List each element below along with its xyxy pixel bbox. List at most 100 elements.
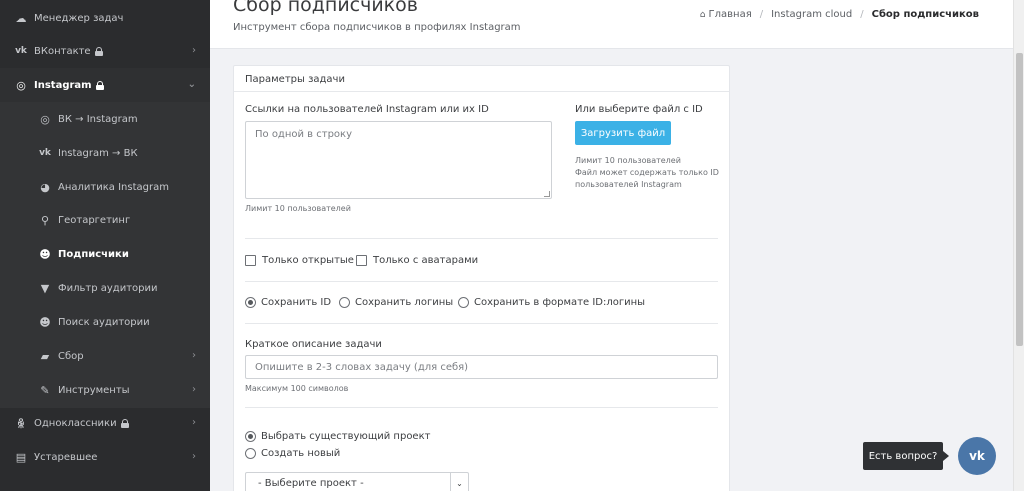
breadcrumb-current: Сбор подписчиков — [871, 9, 979, 20]
sidebar-item-label: Устаревшее — [34, 451, 98, 463]
checkbox-box[interactable] — [356, 255, 367, 266]
radio-selected[interactable] — [245, 297, 256, 308]
sidebar-item-label: Подписчики — [58, 248, 129, 260]
sidebar: ☁ Менеджер задач vk ВКонтакте › ◎ Instag… — [0, 0, 210, 491]
sidebar-item-label: Поиск аудитории — [58, 316, 150, 328]
sidebar-item-instagram-analytics[interactable]: ◕ Аналитика Instagram — [0, 170, 210, 204]
description-label: Краткое описание задачи — [245, 339, 382, 350]
divider — [245, 238, 718, 239]
radio-label: Создать новый — [261, 448, 341, 459]
sidebar-item-task-manager[interactable]: ☁ Менеджер задач — [0, 1, 210, 35]
save-id-radio[interactable]: Сохранить ID — [245, 297, 331, 308]
wrench-icon: ✎ — [40, 383, 50, 397]
vk-chat-button[interactable]: vk — [958, 437, 996, 475]
pie-chart-icon: ◕ — [40, 180, 50, 194]
file-hint-ids: Файл может содержать только ID — [575, 168, 719, 177]
description-input[interactable]: Опишите в 2-3 словах задачу (для себя) — [245, 355, 718, 379]
existing-project-radio[interactable]: Выбрать существующий проект — [245, 431, 430, 442]
vk-icon: vk — [969, 449, 985, 463]
sidebar-item-instagram-to-vk[interactable]: vk Instagram → ВК — [0, 136, 210, 170]
sidebar-item-odnoklassniki[interactable]: ꆜ Одноклассники › — [0, 406, 210, 440]
upload-file-button[interactable]: Загрузить файл — [575, 121, 671, 145]
radio-label: Сохранить в формате ID:логины — [474, 297, 646, 308]
links-placeholder: По одной в строку — [255, 129, 353, 140]
sidebar-item-audience-filter[interactable]: ▼ Фильтр аудитории — [0, 271, 210, 305]
project-select[interactable]: - Выберите проект - ⌄ — [245, 472, 469, 491]
truck-icon: ▰ — [40, 349, 50, 363]
sidebar-item-collect[interactable]: ▰ Сбор › — [0, 339, 210, 373]
instagram-icon: ◎ — [40, 112, 50, 126]
only-open-checkbox[interactable]: Только открытые — [245, 255, 354, 266]
sidebar-item-label: ВКонтакте — [34, 45, 91, 57]
file-label: Или выберите файл с ID — [575, 104, 703, 115]
chat-question-bubble[interactable]: Есть вопрос? — [863, 442, 949, 470]
breadcrumb-section[interactable]: Instagram cloud — [771, 9, 852, 20]
breadcrumb-home[interactable]: Главная — [709, 9, 752, 20]
sidebar-item-tools[interactable]: ✎ Инструменты › — [0, 373, 210, 407]
radio-unselected[interactable] — [339, 297, 350, 308]
sidebar-item-vk-to-instagram[interactable]: ◎ ВК → Instagram — [0, 102, 210, 136]
card-title: Параметры задачи — [234, 66, 729, 92]
breadcrumb: ⌂ Главная / Instagram cloud / Сбор подпи… — [700, 9, 979, 20]
links-label: Ссылки на пользователей Instagram или их… — [245, 104, 489, 115]
chevron-down-icon: ⌄ — [187, 79, 196, 90]
description-placeholder: Опишите в 2-3 словах задачу (для себя) — [255, 362, 469, 373]
home-icon: ⌂ — [699, 9, 706, 20]
sidebar-item-vkontakte[interactable]: vk ВКонтакте › — [0, 34, 210, 68]
sidebar-item-label: Инструменты — [58, 384, 130, 396]
odnoklassniki-icon: ꆜ — [16, 417, 26, 431]
chevron-right-icon: › — [192, 45, 196, 56]
save-logins-radio[interactable]: Сохранить логины — [339, 297, 453, 308]
sidebar-item-label: Фильтр аудитории — [58, 282, 158, 294]
radio-unselected[interactable] — [245, 448, 256, 459]
chevron-right-icon: › — [192, 451, 196, 462]
new-project-radio[interactable]: Создать новый — [245, 448, 340, 459]
resize-handle[interactable] — [544, 191, 550, 197]
radio-unselected[interactable] — [458, 297, 469, 308]
chevron-right-icon: › — [192, 417, 196, 428]
links-textarea[interactable]: По одной в строку — [245, 121, 552, 199]
page-title: Сбор подписчиков — [233, 0, 418, 16]
page-subtitle: Инструмент сбора подписчиков в профилях … — [233, 22, 521, 33]
sidebar-item-label: Instagram → ВК — [58, 147, 138, 159]
chevron-right-icon: › — [192, 384, 196, 395]
lock-icon — [94, 46, 103, 56]
cloud-icon: ☁ — [15, 11, 27, 25]
only-avatars-checkbox[interactable]: Только с аватарами — [356, 255, 478, 266]
sidebar-item-audience-search[interactable]: ☻ Поиск аудитории — [0, 305, 210, 339]
scrollbar-thumb[interactable] — [1016, 53, 1023, 346]
sidebar-item-label: Геотаргетинг — [58, 214, 131, 226]
vk-icon: vk — [15, 46, 27, 56]
radio-selected[interactable] — [245, 431, 256, 442]
task-parameters-card: Параметры задачи Ссылки на пользователей… — [233, 65, 730, 491]
radio-label: Сохранить логины — [355, 297, 454, 308]
sidebar-item-label: Менеджер задач — [34, 12, 124, 24]
breadcrumb-separator: / — [759, 9, 764, 20]
radio-label: Сохранить ID — [261, 297, 332, 308]
sidebar-item-geotargeting[interactable]: ⚲ Геотаргетинг — [0, 203, 210, 237]
sidebar-item-label: Аналитика Instagram — [58, 181, 169, 193]
sidebar-item-deprecated[interactable]: ▤ Устаревшее › — [0, 440, 210, 474]
checkbox-label: Только с аватарами — [373, 255, 479, 266]
file-hint-instagram: пользователей Instagram — [575, 180, 682, 189]
sidebar-item-instagram[interactable]: ◎ Instagram ⌄ — [0, 68, 210, 102]
save-id-logins-radio[interactable]: Сохранить в формате ID:логины — [458, 297, 645, 308]
instagram-icon: ◎ — [16, 78, 26, 92]
lock-icon — [120, 418, 129, 428]
lock-icon — [95, 80, 104, 90]
sidebar-item-label: Instagram — [34, 79, 92, 91]
map-marker-icon: ⚲ — [40, 213, 50, 227]
chevron-down-icon: ⌄ — [450, 473, 468, 491]
sidebar-item-label: Одноклассники — [34, 417, 117, 429]
file-hint-limit: Лимит 10 пользователей — [575, 156, 681, 165]
links-hint: Лимит 10 пользователей — [245, 204, 351, 213]
page-scrollbar[interactable] — [1013, 0, 1024, 491]
filter-icon: ▼ — [40, 281, 50, 295]
sidebar-item-followers[interactable]: ☻ Подписчики — [0, 237, 210, 271]
page-header: Сбор подписчиков Инструмент сбора подпис… — [210, 0, 1013, 49]
archive-icon: ▤ — [15, 450, 27, 464]
chevron-right-icon: › — [192, 350, 196, 361]
users-icon: ☻ — [39, 315, 51, 329]
checkbox-box[interactable] — [245, 255, 256, 266]
divider — [245, 323, 718, 324]
